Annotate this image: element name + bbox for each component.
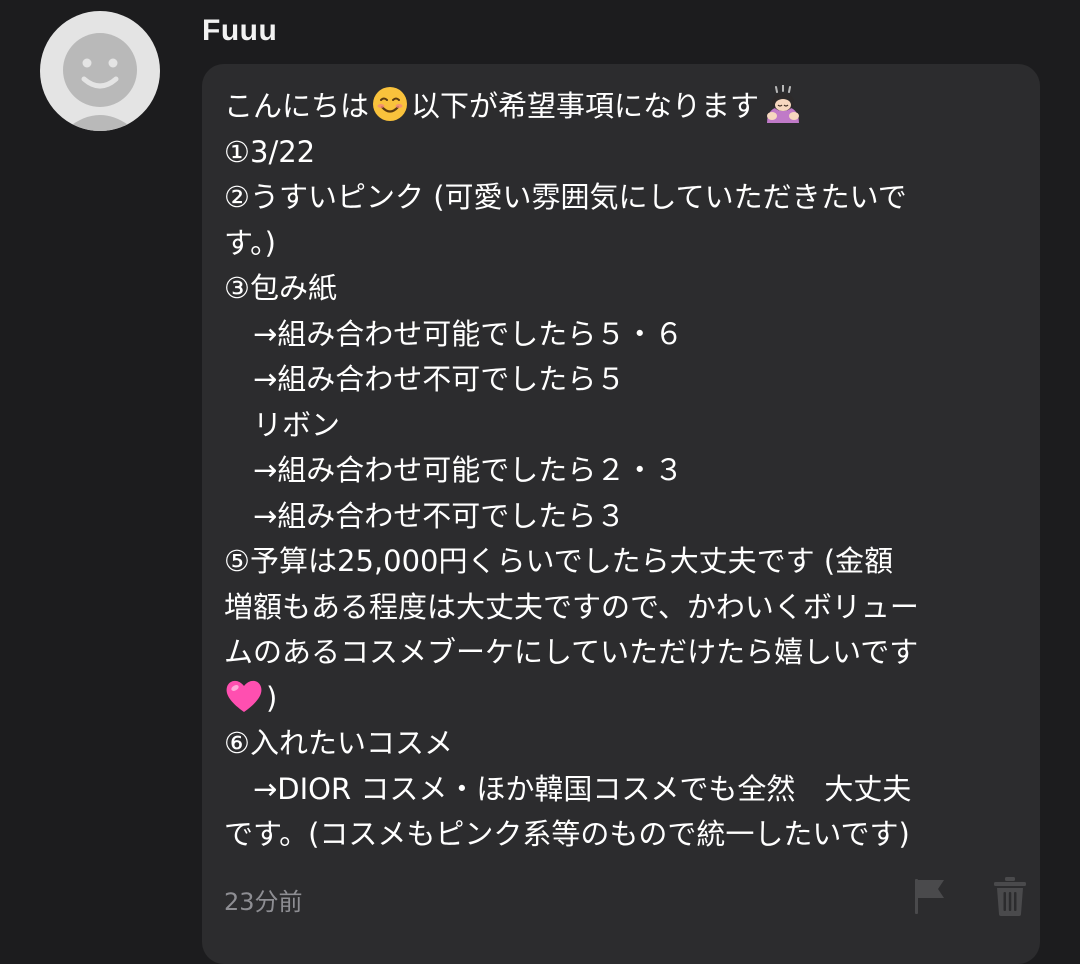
comment-bubble: こんにちは 以下が希望事項になります ①3/22 ②うすいピンク (可愛い雰囲気に… (202, 64, 1040, 964)
message-line: リボン (224, 407, 341, 442)
message-line: す。) (224, 225, 276, 260)
smiling-face-emoji (371, 85, 409, 137)
message-text: 以下が希望事項になります (411, 89, 760, 123)
delete-button[interactable] (992, 876, 1028, 916)
message-line: →組み合わせ可能でしたら２・３ (224, 453, 684, 487)
message-line: →組み合わせ不可でしたら３ (224, 498, 626, 533)
message-line: →DIOR コスメ・ほか韓国コスメでも全然 大丈夫 (224, 771, 912, 806)
message-line: ③包み紙 (224, 271, 337, 305)
comment-message: こんにちは 以下が希望事項になります ①3/22 ②うすいピンク (可愛い雰囲気に… (224, 84, 1024, 858)
avatar[interactable] (40, 11, 160, 131)
message-line: です。(コスメもピンク系等のもので統一したいです) (224, 817, 910, 851)
message-text: こんにちは (224, 89, 370, 123)
message-line: ムのあるコスメブーケにしていただけたら嬉しいです (224, 635, 919, 669)
message-line: →組み合わせ可能でしたら５・６ (224, 316, 684, 351)
message-text: ) (266, 680, 278, 715)
message-line: 増額もある程度は大丈夫ですので、かわいくボリュー (224, 589, 919, 624)
default-user-avatar-icon (63, 33, 137, 131)
report-button[interactable] (912, 876, 950, 916)
message-line: ①3/22 (224, 134, 316, 169)
message-line: ②うすいピンク (可愛い雰囲気にしていただきたいで (224, 180, 907, 214)
username[interactable]: Fuuu (202, 14, 277, 48)
bowing-woman-emoji (761, 84, 805, 137)
timestamp: 23分前 (224, 888, 303, 916)
message-line: ⑥入れたいコスメ (224, 726, 453, 760)
trash-icon (994, 877, 1026, 916)
message-line: →組み合わせ不可でしたら５ (224, 362, 626, 396)
message-line: ) (224, 676, 1024, 722)
flag-icon (915, 879, 944, 914)
message-line: ⑤予算は25,000円くらいでしたら大丈夫です (金額 (224, 544, 894, 578)
message-line: こんにちは 以下が希望事項になります (224, 84, 1024, 130)
comment-footer: 23分前 (224, 876, 1026, 916)
